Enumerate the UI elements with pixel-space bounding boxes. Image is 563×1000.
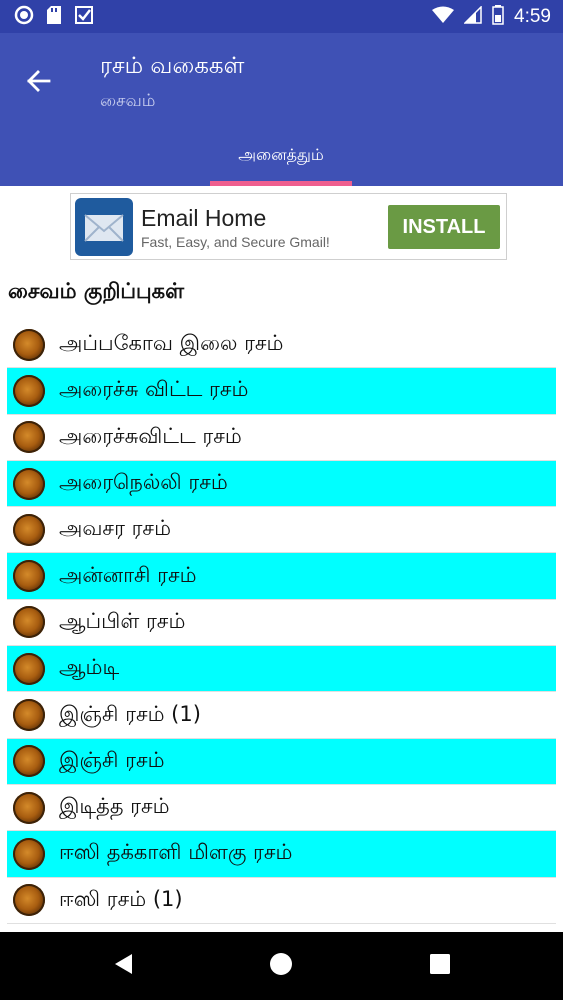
- navigation-bar: [0, 932, 563, 1000]
- status-bar: 4:59: [0, 0, 563, 33]
- recipe-list[interactable]: அப்பகோவ இலை ரசம் அரைச்சு விட்ட ரசம் அரைச்ச…: [7, 322, 556, 932]
- list-item-label: ஈஸி தக்காளி மிளகு ரசம்: [59, 840, 293, 865]
- list-item[interactable]: ஈஸி தக்காளி மிளகு ரசம்: [7, 831, 556, 878]
- email-app-icon: [75, 197, 133, 256]
- list-item[interactable]: அன்னாசி ரசம்: [7, 553, 556, 600]
- back-button[interactable]: [18, 63, 58, 103]
- rasam-dish-icon: [13, 421, 45, 454]
- list-item-label: அன்னாசி ரசம்: [59, 562, 197, 587]
- list-item[interactable]: அரைச்சு விட்ட ரசம்: [7, 368, 556, 415]
- list-item-label: இஞ்சி ரசம் (1): [59, 701, 201, 726]
- rasam-dish-icon: [13, 652, 45, 685]
- list-item-label: இஞ்சி ரசம்: [59, 747, 165, 772]
- list-item[interactable]: அரைச்சுவிட்ட ரசம்: [7, 415, 556, 461]
- tab-all[interactable]: அனைத்தும்: [210, 125, 352, 186]
- list-item[interactable]: இஞ்சி ரசம் (1): [7, 692, 556, 739]
- signal-icon: [463, 4, 482, 28]
- circle-icon: [14, 5, 34, 29]
- rasam-dish-icon: [13, 467, 45, 500]
- rasam-dish-icon: [13, 837, 45, 870]
- back-triangle-icon: [112, 952, 134, 980]
- tab-indicator: [210, 181, 352, 186]
- ad-title: Email Home: [141, 204, 267, 231]
- wifi-icon: [432, 6, 455, 28]
- nav-back-button[interactable]: [88, 932, 158, 1000]
- page-subtitle: சைவம்: [100, 91, 156, 111]
- rasam-dish-icon: [13, 745, 45, 778]
- install-button[interactable]: INSTALL: [388, 205, 500, 249]
- section-title: சைவம் குறிப்புகள்: [8, 279, 185, 303]
- rasam-dish-icon: [13, 791, 45, 824]
- rasam-dish-icon: [13, 699, 45, 732]
- battery-icon: [492, 4, 504, 29]
- list-item-label: அப்பகோவ இலை ரசம்: [59, 331, 284, 356]
- list-item[interactable]: இடித்த ரசம்: [7, 785, 556, 832]
- list-item[interactable]: அரைநெல்லி ரசம்: [7, 460, 556, 508]
- list-item[interactable]: ஆம்டி: [7, 646, 556, 693]
- list-item-label: ஈஸி ரசம் (1): [59, 886, 183, 911]
- list-item-label: ஆப்பிள் ரசம்: [59, 608, 186, 633]
- rasam-dish-icon: [13, 606, 45, 639]
- list-item-label: இடித்த ரசம்: [59, 794, 170, 819]
- app-bar: ரசம் வகைகள் சைவம் அனைத்தும்: [0, 33, 563, 186]
- list-item[interactable]: ஆப்பிள் ரசம்: [7, 600, 556, 647]
- rasam-dish-icon: [13, 513, 45, 546]
- sd-card-icon: [46, 5, 62, 29]
- list-item[interactable]: அவசர ரசம்: [7, 507, 556, 554]
- ad-description: Fast, Easy, and Secure Gmail!: [141, 233, 330, 250]
- list-item-label: அரைநெல்லி ரசம்: [59, 470, 228, 495]
- list-item-label: ஆம்டி: [59, 655, 120, 680]
- rasam-dish-icon: [13, 374, 45, 407]
- list-item[interactable]: அப்பகோவ இலை ரசம்: [7, 322, 556, 369]
- check-badge-icon: [74, 5, 94, 29]
- nav-recents-button[interactable]: [405, 932, 475, 1000]
- list-item[interactable]: இஞ்சி ரசம்: [7, 738, 556, 785]
- status-time: 4:59: [514, 5, 551, 27]
- list-item-label: அவசர ரசம்: [59, 516, 171, 541]
- nav-home-button[interactable]: [246, 932, 316, 1000]
- rasam-dish-icon: [13, 884, 45, 917]
- list-item[interactable]: ஈஸி ரசம் (1): [7, 878, 556, 924]
- home-circle-icon: [269, 952, 293, 980]
- page-title: ரசம் வகைகள்: [100, 53, 245, 79]
- rasam-dish-icon: [13, 328, 45, 361]
- list-item-label: அரைச்சுவிட்ட ரசம்: [59, 423, 242, 448]
- arrow-left-icon: [25, 68, 51, 98]
- recents-square-icon: [429, 953, 451, 979]
- ad-banner[interactable]: Email Home Fast, Easy, and Secure Gmail!…: [70, 193, 507, 260]
- rasam-dish-icon: [13, 560, 45, 593]
- list-item-label: அரைச்சு விட்ட ரசம்: [59, 377, 249, 402]
